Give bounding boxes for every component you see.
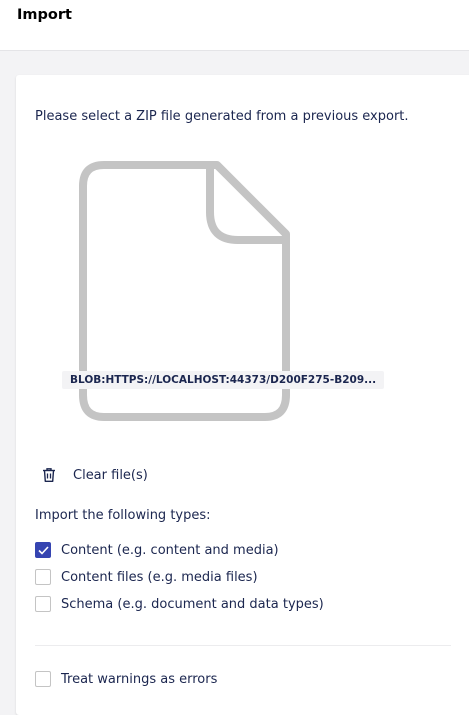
content-checkbox-option[interactable]: Content (e.g. content and media) — [35, 540, 279, 560]
treat-warnings-label: Treat warnings as errors — [61, 671, 218, 687]
selected-file-name: BLOB:HTTPS://LOCALHOST:44373/D200F275-B2… — [62, 371, 385, 389]
treat-warnings-checkbox[interactable] — [35, 671, 51, 687]
content-files-option-label: Content files (e.g. media files) — [61, 569, 258, 585]
schema-option-label: Schema (e.g. document and data types) — [61, 596, 324, 612]
schema-checkbox[interactable] — [35, 596, 51, 612]
content-option-label: Content (e.g. content and media) — [61, 542, 279, 558]
import-instruction: Please select a ZIP file generated from … — [35, 109, 409, 124]
page-header: Import — [0, 0, 469, 51]
check-icon — [37, 545, 49, 555]
clear-files-button[interactable]: Clear file(s) — [35, 464, 148, 486]
schema-checkbox-option[interactable]: Schema (e.g. document and data types) — [35, 594, 324, 614]
trash-icon — [41, 467, 57, 483]
content-files-checkbox-option[interactable]: Content files (e.g. media files) — [35, 567, 258, 587]
content-checkbox[interactable] — [35, 542, 51, 558]
section-divider — [35, 645, 451, 646]
page-title: Import — [17, 7, 72, 23]
clear-files-label: Clear file(s) — [73, 467, 148, 483]
content-files-checkbox[interactable] — [35, 569, 51, 585]
import-types-heading: Import the following types: — [35, 508, 211, 523]
treat-warnings-option[interactable]: Treat warnings as errors — [35, 669, 217, 689]
